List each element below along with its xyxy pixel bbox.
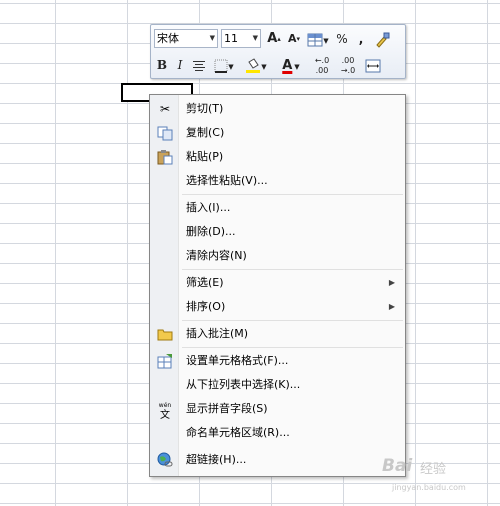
table-style-icon bbox=[307, 33, 323, 46]
shrink-font-button[interactable]: A▾ bbox=[286, 29, 302, 49]
merge-cells-icon bbox=[365, 59, 381, 72]
menu-item-label: 删除(D)... bbox=[186, 225, 236, 238]
watermark-brand: Bai bbox=[382, 456, 413, 476]
menu-item-paste[interactable]: 粘贴(P) bbox=[150, 145, 405, 169]
menu-item-clear-contents[interactable]: 清除内容(N) bbox=[150, 244, 405, 268]
increase-decimal-button[interactable]: ←.0.00 bbox=[311, 55, 333, 76]
italic-icon: I bbox=[177, 58, 183, 72]
submenu-arrow-icon: ▶ bbox=[388, 278, 395, 287]
menu-item-label: 排序(O) bbox=[186, 300, 226, 313]
grow-font-icon: A bbox=[267, 31, 278, 46]
menu-item-sort[interactable]: 排序(O) ▶ bbox=[150, 295, 405, 319]
toolbar-row-1: 宋体 ▼ 11 ▼ A▴ A▾ ▼ % , bbox=[153, 27, 403, 51]
format-cells-icon bbox=[157, 353, 173, 369]
menu-item-delete[interactable]: 删除(D)... bbox=[150, 220, 405, 244]
decrease-decimal-button[interactable]: .00 →.0 bbox=[337, 55, 359, 76]
comma-icon: , bbox=[358, 32, 364, 46]
cell-styles-button[interactable]: ▼ bbox=[305, 29, 331, 49]
font-name-value: 宋体 bbox=[157, 32, 179, 45]
watermark-url: jingyan.baidu.com bbox=[392, 483, 466, 492]
percent-icon: % bbox=[336, 32, 348, 46]
menu-item-pick-from-list[interactable]: 从下拉列表中选择(K)... bbox=[150, 373, 405, 397]
menu-item-label: 清除内容(N) bbox=[186, 249, 247, 262]
menu-item-label: 显示拼音字段(S) bbox=[186, 402, 268, 415]
menu-item-label: 粘贴(P) bbox=[186, 150, 224, 163]
fill-color-button[interactable]: ▼ bbox=[241, 55, 271, 75]
chevron-down-icon: ▼ bbox=[252, 34, 258, 42]
watermark-name: 经验 bbox=[420, 462, 447, 477]
comment-folder-icon bbox=[157, 326, 173, 342]
menu-item-cut[interactable]: ✂ 剪切(T) bbox=[150, 97, 405, 121]
font-size-value: 11 bbox=[224, 32, 238, 45]
increase-decimal-icon: ←.0.00 bbox=[314, 56, 330, 75]
menu-item-show-phonetic[interactable]: wén 文 显示拼音字段(S) bbox=[150, 397, 405, 421]
menu-item-hyperlink[interactable]: 超链接(H)... bbox=[150, 448, 405, 472]
menu-item-copy[interactable]: 复制(C) bbox=[150, 121, 405, 145]
menu-item-insert-comment[interactable]: 插入批注(M) bbox=[150, 322, 405, 346]
bold-icon: B bbox=[156, 58, 168, 72]
menu-separator bbox=[182, 347, 403, 348]
menu-item-label: 复制(C) bbox=[186, 126, 225, 139]
menu-item-label: 命名单元格区域(R)... bbox=[186, 426, 290, 439]
menu-item-label: 选择性粘贴(V)... bbox=[186, 174, 268, 187]
toolbar-row-2: B I ▼ ▼ A ▼ ←.0 .00 .00 →.0 bbox=[153, 53, 403, 77]
scissors-icon: ✂ bbox=[159, 102, 171, 116]
menu-item-filter[interactable]: 筛选(E) ▶ bbox=[150, 271, 405, 295]
menu-item-paste-special[interactable]: 选择性粘贴(V)... bbox=[150, 169, 405, 193]
menu-item-label: 筛选(E) bbox=[186, 276, 224, 289]
comma-style-button[interactable]: , bbox=[355, 29, 367, 49]
center-align-button[interactable] bbox=[191, 55, 207, 75]
fill-bucket-icon bbox=[246, 57, 261, 73]
menu-separator bbox=[182, 269, 403, 270]
font-name-combo[interactable]: 宋体 ▼ bbox=[154, 29, 218, 48]
mini-toolbar: 宋体 ▼ 11 ▼ A▴ A▾ ▼ % , B I ▼ ▼ A ▼ ←.0 .0… bbox=[150, 24, 406, 79]
clipboard-icon bbox=[157, 149, 173, 165]
chevron-down-icon: ▼ bbox=[209, 34, 215, 42]
decrease-decimal-icon: .00 →.0 bbox=[340, 56, 356, 75]
menu-item-label: 从下拉列表中选择(K)... bbox=[186, 378, 301, 391]
copy-icon bbox=[157, 125, 173, 141]
menu-separator bbox=[182, 320, 403, 321]
borders-button[interactable]: ▼ bbox=[211, 55, 237, 75]
bold-button[interactable]: B bbox=[155, 55, 169, 75]
border-icon bbox=[214, 59, 228, 73]
menu-item-label: 设置单元格格式(F)... bbox=[186, 354, 289, 367]
grow-font-button[interactable]: A▴ bbox=[265, 29, 283, 49]
percent-style-button[interactable]: % bbox=[335, 29, 349, 49]
context-menu: ✂ 剪切(T) 复制(C) 粘贴(P) 选择性粘贴(V)... 插入(I)...… bbox=[149, 94, 406, 477]
menu-item-format-cells[interactable]: 设置单元格格式(F)... bbox=[150, 349, 405, 373]
menu-item-label: 插入批注(M) bbox=[186, 327, 249, 340]
align-center-icon bbox=[193, 60, 205, 71]
format-painter-icon bbox=[376, 32, 390, 48]
merge-center-button[interactable] bbox=[363, 55, 383, 75]
shrink-font-icon: A bbox=[287, 32, 297, 45]
menu-item-label: 插入(I)... bbox=[186, 201, 231, 214]
phonetic-guide-icon: wén 文 bbox=[158, 402, 172, 421]
menu-item-insert[interactable]: 插入(I)... bbox=[150, 196, 405, 220]
menu-item-label: 剪切(T) bbox=[186, 102, 224, 115]
submenu-arrow-icon: ▶ bbox=[388, 302, 395, 311]
font-color-icon: A bbox=[282, 58, 293, 73]
hyperlink-globe-icon bbox=[157, 452, 173, 468]
menu-item-name-range[interactable]: 命名单元格区域(R)... bbox=[150, 421, 405, 445]
watermark-logo: Bai 经验 jingyan.baidu.com bbox=[380, 456, 498, 496]
font-size-combo[interactable]: 11 ▼ bbox=[221, 29, 261, 48]
italic-button[interactable]: I bbox=[173, 55, 187, 75]
format-painter-button[interactable] bbox=[373, 29, 391, 49]
menu-separator bbox=[182, 194, 403, 195]
font-color-button[interactable]: A ▼ bbox=[275, 55, 305, 75]
menu-item-label: 超链接(H)... bbox=[186, 453, 247, 466]
